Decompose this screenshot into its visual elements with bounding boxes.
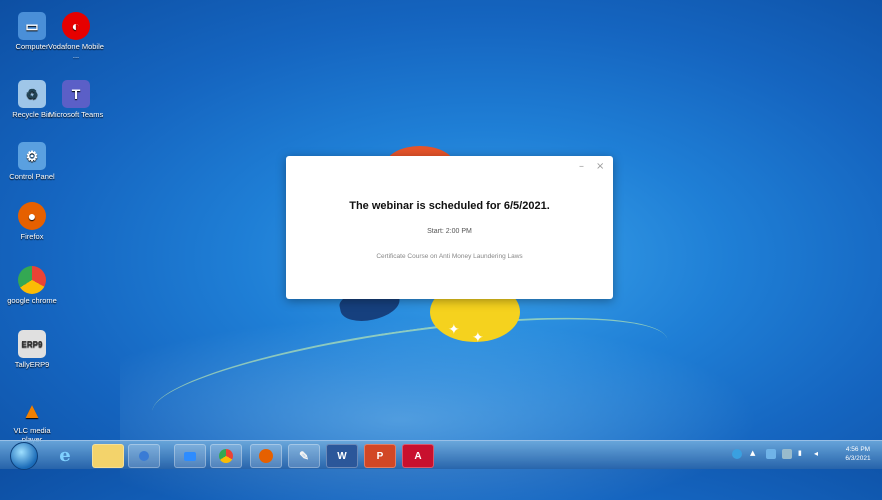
desktop-icon-control-panel[interactable]: ⚙ Control Panel [4, 142, 60, 181]
desktop-icon-label: Vodafone Mobile ... [48, 42, 104, 60]
vodafone-icon: ◐ [62, 12, 90, 40]
desktop-icon-firefox[interactable]: ● Firefox [4, 202, 60, 241]
tally-icon: ERP9 [18, 330, 46, 358]
vlc-icon: ▲ [21, 397, 43, 423]
taskbar: e ✎ W P A ▲ ▮ ◂ 4:56 PM 6/3/2021 [0, 440, 882, 470]
webinar-dialog: – × The webinar is scheduled for 6/5/202… [286, 156, 613, 299]
control-panel-icon: ⚙ [18, 142, 46, 170]
start-button[interactable] [10, 442, 38, 470]
signal-icon[interactable]: ▮ [798, 449, 808, 459]
sparkle-icon: ✦ [448, 322, 460, 338]
network-icon[interactable] [766, 449, 776, 459]
clock[interactable]: 4:56 PM 6/3/2021 [838, 445, 878, 463]
minimize-button[interactable]: – [579, 161, 584, 172]
clock-time: 4:56 PM [845, 446, 871, 453]
powerpoint-icon[interactable]: P [364, 444, 396, 468]
desktop-icon-tally[interactable]: ERP9 TallyERP9 [4, 330, 60, 369]
webinar-start-time: Start: 2:00 PM [427, 228, 472, 235]
desktop-icon-label: Control Panel [9, 172, 55, 181]
file-explorer-icon[interactable] [92, 444, 124, 468]
acrobat-icon[interactable]: A [402, 444, 434, 468]
chrome-icon [18, 266, 46, 294]
flag-icon[interactable] [782, 449, 792, 459]
desktop-icon-label: google chrome [7, 296, 57, 305]
sparkle-icon: ✦ [472, 330, 484, 346]
desktop-icon-vlc[interactable]: ▲ VLC media player [4, 396, 60, 444]
volume-icon[interactable]: ◂ [814, 449, 824, 459]
desktop-icon-label: TallyERP9 [14, 360, 50, 369]
webinar-title: The webinar is scheduled for 6/5/2021. [349, 200, 550, 212]
zoom-icon[interactable] [174, 444, 206, 468]
desktop-icon-label: Firefox [20, 232, 44, 241]
desktop-icon-vodafone[interactable]: ◐ Vodafone Mobile ... [48, 12, 104, 60]
chevron-up-icon[interactable]: ▲ [750, 449, 760, 459]
firefox-icon: ● [18, 202, 46, 230]
webinar-course-name: Certificate Course on Anti Money Launder… [376, 253, 523, 260]
desktop-icon-label: Microsoft Teams [48, 110, 104, 119]
teams-icon: T [62, 80, 90, 108]
close-button[interactable]: × [596, 161, 604, 172]
help-icon[interactable] [732, 449, 742, 459]
clock-date: 6/3/2021 [845, 455, 871, 462]
recycle-bin-icon: ♻ [18, 80, 46, 108]
chrome-icon[interactable] [210, 444, 242, 468]
desktop-icon-chrome[interactable]: google chrome [4, 266, 60, 305]
firefox-icon[interactable] [250, 444, 282, 468]
media-player-icon[interactable] [128, 444, 160, 468]
computer-icon: ▭ [18, 12, 46, 40]
word-icon[interactable]: W [326, 444, 358, 468]
desktop-icon-teams[interactable]: T Microsoft Teams [48, 80, 104, 119]
paint-icon[interactable]: ✎ [288, 444, 320, 468]
system-tray: ▲ ▮ ◂ 4:56 PM 6/3/2021 [722, 441, 882, 469]
internet-explorer-icon[interactable]: e [50, 444, 80, 466]
